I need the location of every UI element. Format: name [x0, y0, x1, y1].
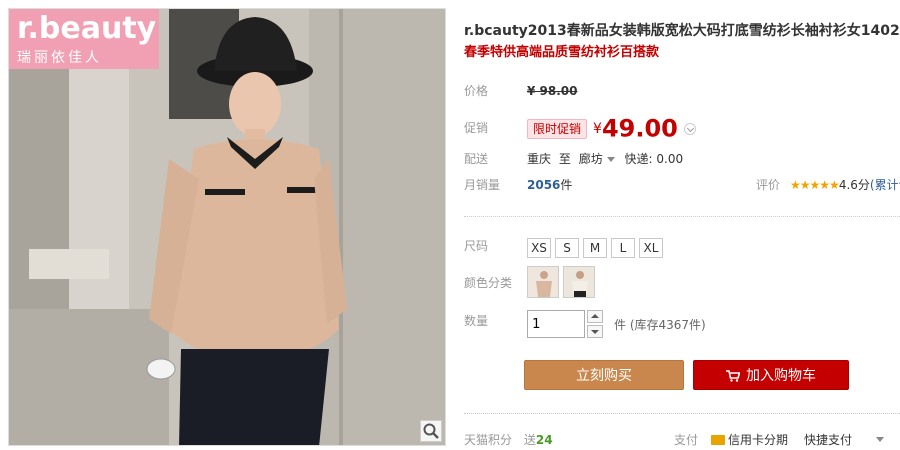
original-price: ¥ 98.00	[527, 84, 578, 98]
points-prefix: 送	[523, 433, 536, 447]
ship-destination-select[interactable]: 廊坊	[579, 152, 615, 166]
quantity-stepper[interactable]	[587, 310, 603, 338]
quantity-increase-button[interactable]	[587, 310, 603, 323]
pay-label: 支付	[674, 433, 699, 447]
sales-row: 月销量 2056件 评价 ★★★★★4.6分(累计评价4	[464, 172, 900, 198]
promo-label: 促销	[464, 121, 489, 135]
zoom-button[interactable]	[420, 420, 442, 442]
rating-label: 评价	[756, 178, 781, 192]
sales-unit: 件	[560, 178, 573, 192]
bottom-info-row: 天猫积分 送24 支付 信用卡分期 快捷支付	[464, 430, 900, 450]
sales-label: 月销量	[464, 178, 501, 192]
chevron-down-icon	[606, 157, 615, 162]
currency-symbol: ¥	[593, 120, 602, 137]
action-row: 立刻购买 加入购物车	[464, 360, 900, 390]
chevron-down-icon[interactable]	[683, 122, 696, 135]
shipping-info: 重庆 至 廊坊 快递: 0.00	[527, 146, 683, 172]
swatch-thumbnail-icon	[564, 267, 594, 297]
size-option-l[interactable]: L	[611, 238, 635, 258]
magnifier-icon	[423, 423, 439, 439]
quantity-label: 数量	[464, 314, 489, 328]
rating-count[interactable]: (累计评价4	[870, 178, 900, 192]
product-title: r.bcauty2013春新品女装韩版宽松大码打底雪纺衫长袖衬衫女14026	[464, 23, 900, 39]
credit-card-icon	[711, 435, 725, 445]
price-label: 价格	[464, 84, 489, 98]
color-swatch-1[interactable]	[527, 266, 559, 298]
size-option-xs[interactable]: XS	[527, 238, 551, 258]
chevron-down-icon[interactable]	[876, 437, 884, 442]
size-option-m[interactable]: M	[583, 238, 607, 258]
add-to-cart-label: 加入购物车	[746, 368, 816, 384]
size-option-xl[interactable]: XL	[639, 238, 663, 258]
swatch-thumbnail-icon	[528, 267, 558, 297]
quantity-decrease-button[interactable]	[587, 325, 603, 338]
sales-info: 2056件	[527, 172, 572, 198]
cart-icon	[726, 370, 740, 382]
promo-price-group: 限时促销 ¥49.00	[527, 111, 696, 146]
promo-price: 49.00	[601, 114, 678, 143]
size-label: 尺码	[464, 239, 489, 253]
color-label: 颜色分类	[464, 276, 513, 290]
color-row: 颜色分类	[464, 266, 900, 302]
brand-name: r.beauty	[17, 11, 157, 46]
quantity-input[interactable]	[527, 310, 585, 338]
ship-to-word: 至	[558, 152, 571, 166]
points-label: 天猫积分	[464, 433, 513, 447]
ship-fee: 快递: 0.00	[624, 152, 684, 166]
shipping-row: 配送 重庆 至 廊坊 快递: 0.00	[464, 146, 900, 172]
rating-stars-icon: ★★★★★	[790, 178, 840, 192]
size-options: XS S M L XL	[527, 236, 667, 260]
product-image[interactable]: r.beauty 瑞丽依佳人	[8, 8, 446, 446]
sales-count: 2056	[527, 178, 561, 192]
points-info: 送24	[524, 433, 553, 447]
quantity-row: 数量 件 (库存4367件)	[464, 310, 900, 340]
promo-row: 促销 限时促销 ¥49.00	[464, 111, 900, 145]
color-swatches	[527, 266, 599, 312]
points-value: 24	[535, 433, 553, 447]
fast-pay-link[interactable]: 快捷支付	[804, 430, 852, 450]
brand-logo: r.beauty 瑞丽依佳人	[9, 9, 159, 69]
price-row: 价格 ¥ 98.00	[464, 78, 900, 104]
promo-badge: 限时促销	[527, 118, 588, 139]
buy-now-button[interactable]: 立刻购买	[524, 360, 684, 390]
product-subtitle: 春季特供高端品质雪纺衬衫百搭款	[464, 45, 660, 60]
color-swatch-2[interactable]	[563, 266, 595, 298]
ship-destination: 廊坊	[578, 152, 603, 166]
divider	[464, 216, 900, 217]
rating-info[interactable]: 评价 ★★★★★4.6分(累计评价4	[756, 172, 900, 198]
divider	[464, 413, 900, 414]
credit-installment-link[interactable]: 信用卡分期	[728, 430, 788, 450]
add-to-cart-button[interactable]: 加入购物车	[693, 360, 849, 390]
product-photo-art	[9, 9, 445, 445]
size-option-s[interactable]: S	[555, 238, 579, 258]
ship-from: 重庆	[527, 152, 552, 166]
stock-text: 件 (库存4367件)	[614, 318, 706, 332]
brand-name-cn: 瑞丽依佳人	[17, 50, 102, 66]
rating-score: 4.6分	[838, 178, 870, 192]
shipping-label: 配送	[464, 152, 489, 166]
size-row: 尺码 XS S M L XL	[464, 234, 900, 258]
